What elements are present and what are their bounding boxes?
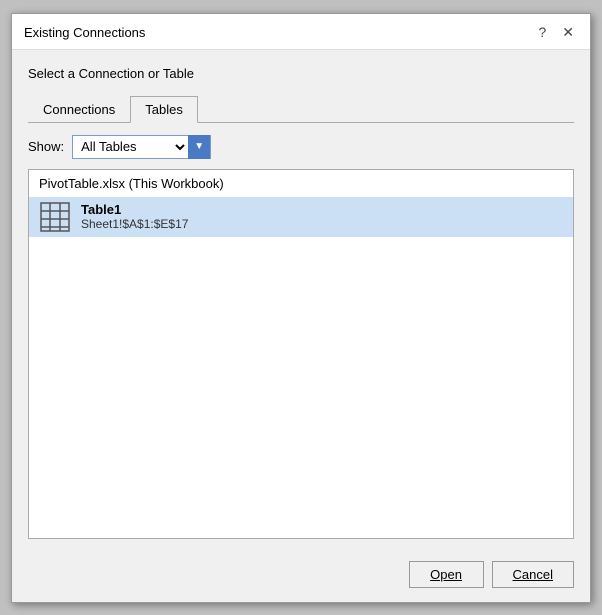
tab-bar: Connections Tables	[28, 95, 574, 123]
show-select-container: All Tables This Workbook Connections ▼	[72, 135, 211, 159]
tab-tables-label: Tables	[145, 102, 183, 117]
help-button[interactable]: ?	[534, 23, 550, 41]
table-row[interactable]: Table1 Sheet1!$A$1:$E$17	[29, 197, 573, 237]
table-name: Table1	[81, 202, 188, 217]
open-button[interactable]: Open	[409, 561, 484, 588]
cancel-button-label: Cancel	[513, 567, 553, 582]
open-button-label: Open	[430, 567, 462, 582]
workbook-header: PivotTable.xlsx (This Workbook)	[29, 170, 573, 197]
dialog-body: Select a Connection or Table Connections…	[12, 50, 590, 551]
table-icon	[39, 201, 71, 233]
title-bar: Existing Connections ? ✕	[12, 14, 590, 50]
cancel-button[interactable]: Cancel	[492, 561, 574, 588]
tab-connections-label: Connections	[43, 102, 115, 117]
table-range: Sheet1!$A$1:$E$17	[81, 217, 188, 231]
content-area: PivotTable.xlsx (This Workbook) Table1 S…	[28, 169, 574, 539]
title-bar-controls: ? ✕	[534, 23, 578, 41]
dialog-title: Existing Connections	[24, 25, 145, 40]
table-grid-icon	[39, 201, 71, 233]
dialog-footer: Open Cancel	[12, 551, 590, 602]
tab-connections[interactable]: Connections	[28, 96, 130, 123]
tab-tables[interactable]: Tables	[130, 96, 198, 123]
table-info: Table1 Sheet1!$A$1:$E$17	[81, 202, 188, 231]
show-row: Show: All Tables This Workbook Connectio…	[28, 135, 574, 159]
existing-connections-dialog: Existing Connections ? ✕ Select a Connec…	[11, 13, 591, 603]
dialog-subtitle: Select a Connection or Table	[28, 66, 574, 81]
show-select[interactable]: All Tables This Workbook Connections	[73, 136, 188, 158]
select-arrow-icon: ▼	[188, 135, 210, 159]
close-button[interactable]: ✕	[558, 23, 578, 41]
show-label: Show:	[28, 139, 64, 154]
